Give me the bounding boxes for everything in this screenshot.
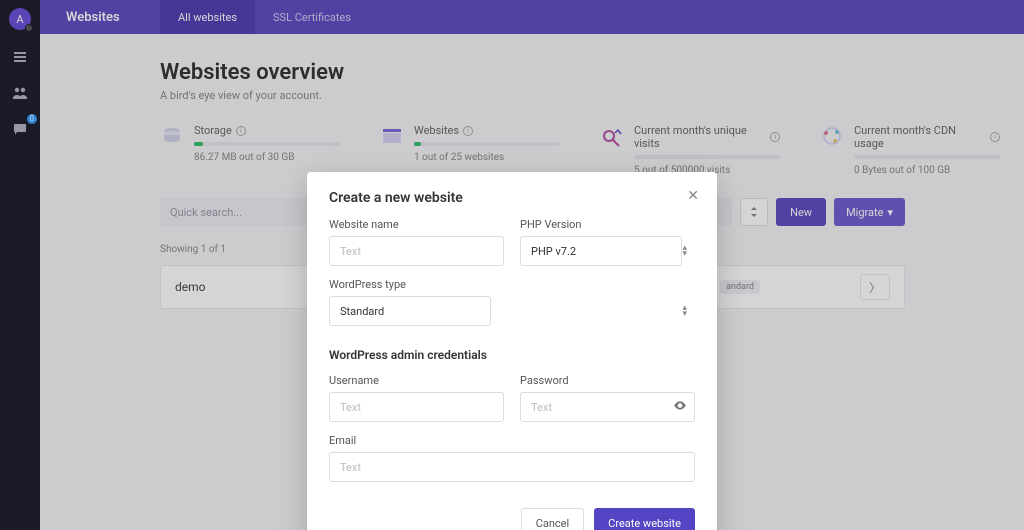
wordpress-type-select[interactable] bbox=[329, 296, 491, 326]
select-caret-icon: ▴▾ bbox=[682, 305, 687, 317]
credentials-heading: WordPress admin credentials bbox=[329, 348, 695, 362]
modal-title: Create a new website bbox=[329, 190, 695, 206]
close-icon[interactable]: ✕ bbox=[687, 188, 699, 204]
website-name-label: Website name bbox=[329, 218, 504, 231]
username-input[interactable] bbox=[329, 392, 504, 422]
php-version-label: PHP Version bbox=[520, 218, 695, 231]
email-label: Email bbox=[329, 434, 695, 447]
password-input[interactable] bbox=[520, 392, 695, 422]
cancel-button[interactable]: Cancel bbox=[521, 508, 584, 530]
website-name-input[interactable] bbox=[329, 236, 504, 266]
select-caret-icon: ▴▾ bbox=[682, 245, 687, 257]
password-label: Password bbox=[520, 374, 695, 387]
email-input[interactable] bbox=[329, 452, 695, 482]
create-website-modal: Create a new website ✕ Website name PHP … bbox=[307, 172, 717, 530]
php-version-select[interactable] bbox=[520, 236, 682, 266]
create-website-button[interactable]: Create website bbox=[594, 508, 695, 530]
username-label: Username bbox=[329, 374, 504, 387]
eye-icon[interactable] bbox=[673, 398, 687, 417]
wordpress-type-label: WordPress type bbox=[329, 278, 695, 291]
